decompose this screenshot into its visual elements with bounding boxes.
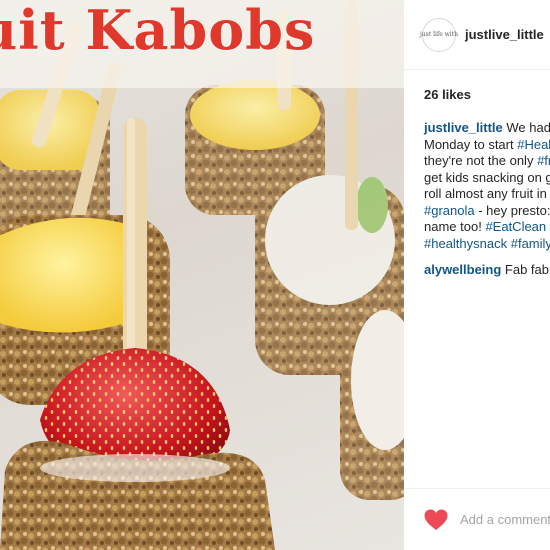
username-link[interactable]: justlive_little (465, 27, 544, 42)
post-photo[interactable]: uit Kabobs (0, 0, 404, 550)
hashtag-link[interactable]: #EatClean (485, 219, 546, 234)
caption-line: #healthysnack #family (424, 236, 550, 253)
hashtag-link[interactable]: # (546, 219, 550, 234)
caption-line: roll almost any fruit in # (424, 186, 550, 203)
caption-line: justlive_little We had th (424, 120, 550, 137)
caption-text: they're not the only (424, 153, 538, 168)
post-side-panel: just life with justlive_little 26 likes … (404, 0, 550, 550)
comment-text: Fab fab fa (504, 262, 550, 277)
caption-text: get kids snacking on g (424, 169, 550, 185)
caption-line: Monday to start #Healt (424, 137, 550, 154)
caption-text: - hey presto: (474, 202, 550, 218)
photo-title: uit Kabobs (0, 0, 316, 62)
likes-count[interactable]: 26 likes (424, 87, 471, 102)
caption-line: get kids snacking on g (424, 170, 550, 187)
avatar[interactable]: just life with (420, 17, 458, 52)
post-header: just life with justlive_little (404, 0, 550, 70)
hashtag-link[interactable]: #fr (537, 153, 550, 168)
caption-text: name too! (424, 219, 486, 234)
post-footer: Add a comment... (404, 488, 550, 550)
caption-author-link[interactable]: justlive_little (424, 120, 503, 135)
hashtag-link[interactable]: #granola (424, 203, 475, 218)
caption-text: Monday to start (424, 136, 518, 152)
comments-section: justlive_little We had th Monday to star… (424, 120, 550, 279)
hashtag-link[interactable]: #Healt (517, 137, 550, 152)
caption: justlive_little We had th Monday to star… (424, 120, 550, 252)
caption-text: roll almost any fruit in (424, 186, 550, 201)
heart-icon[interactable] (424, 509, 448, 531)
comment: alywellbeing Fab fab fa (424, 262, 550, 279)
comment-author-link[interactable]: alywellbeing (424, 262, 501, 277)
hashtag-link[interactable]: #healthysnack (424, 236, 507, 251)
comment-line: alywellbeing Fab fab fa (424, 262, 550, 279)
caption-line: they're not the only #fr (424, 153, 550, 170)
caption-line: name too! #EatClean # (424, 219, 550, 236)
caption-text: We had th (506, 120, 550, 135)
avatar-text: just life with (420, 31, 458, 38)
caption-line: #granola - hey presto: (424, 203, 550, 220)
add-comment-input[interactable]: Add a comment... (460, 512, 550, 527)
hashtag-link[interactable]: #family (507, 236, 550, 251)
